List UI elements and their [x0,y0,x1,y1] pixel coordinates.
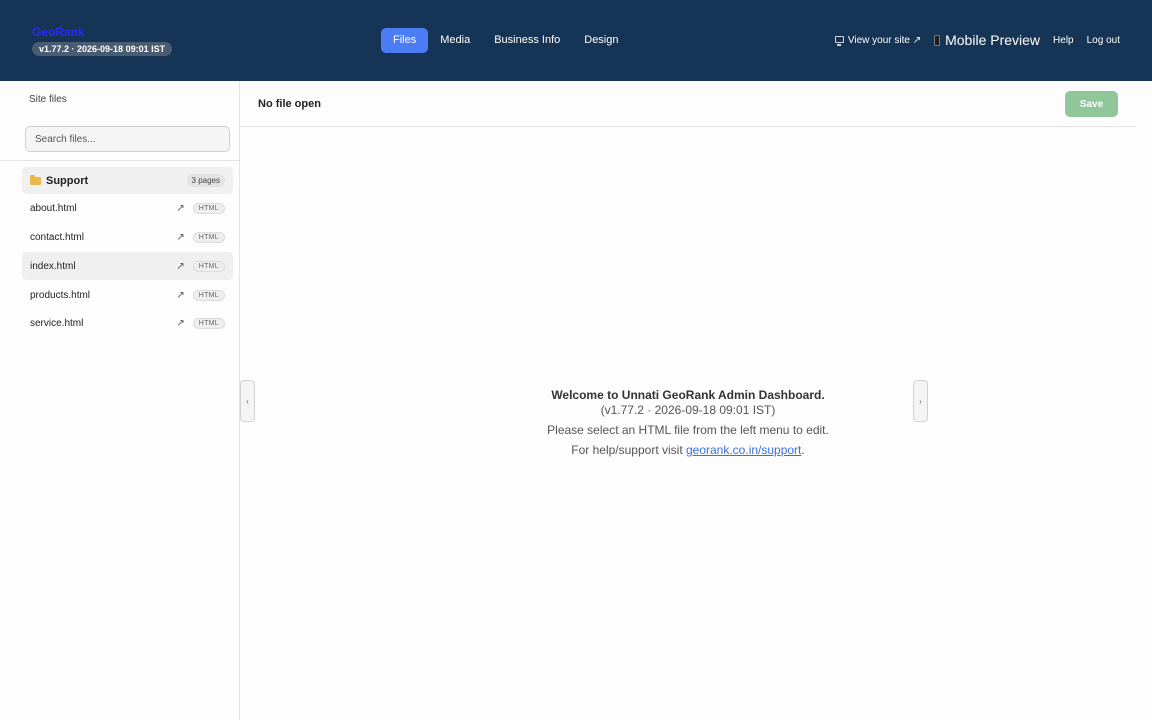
file-item-about[interactable]: about.html ↗ HTML [22,194,233,222]
version-badge: v1.77.2 · 2026-09-18 09:01 IST [32,42,173,56]
file-type-badge: HTML [192,289,225,301]
file-name: service.html [30,317,84,329]
brand-name[interactable]: GeoRank [32,26,172,39]
file-item-contact[interactable]: contact.html ↗ HTML [22,223,233,251]
welcome-version: (v1.77.2 · 2026-09-18 09:01 IST) [600,403,776,417]
file-sidebar: Site files Support 3 pages [0,81,240,720]
open-external-icon[interactable]: ↗ [176,203,184,214]
search-input[interactable] [25,126,230,152]
file-item-service[interactable]: service.html ↗ HTML [22,309,233,337]
top-bar: GeoRank v1.77.2 · 2026-09-18 09:01 IST F… [0,0,1152,81]
file-item-index[interactable]: index.html ↗ HTML [22,252,233,280]
collapse-sidebar-button[interactable]: ‹ [240,380,255,422]
file-item-products[interactable]: products.html ↗ HTML [22,281,233,309]
mobile-preview-label: Mobile Preview [945,32,1041,48]
file-type-badge: HTML [192,231,225,243]
header-actions: View your site ↗ Mobile Preview Help Log… [834,32,1120,48]
mobile-preview-button[interactable]: Mobile Preview [934,32,1040,48]
view-site-label: View your site ↗ [847,34,922,46]
phone-icon [934,34,941,46]
file-name: about.html [30,202,77,214]
welcome-support: For help/support visit georank.co.in/sup… [438,443,938,458]
monitor-icon [834,35,844,46]
open-external-icon[interactable]: ↗ [176,261,184,272]
tab-files[interactable]: Files [381,28,429,53]
divider [0,160,239,161]
page-count-badge: 3 pages [186,174,225,187]
current-file-title: No file open [258,98,321,110]
open-external-icon[interactable]: ↗ [176,318,184,329]
editor-header: No file open Save [240,81,1136,127]
view-site-link[interactable]: View your site ↗ [834,34,922,46]
open-external-icon[interactable]: ↗ [176,232,184,243]
file-type-badge: HTML [192,260,225,272]
welcome-message: Welcome to Unnati GeoRank Admin Dashboar… [438,388,938,458]
tab-media[interactable]: Media [428,28,482,53]
file-name: index.html [30,260,76,272]
tab-design[interactable]: Design [572,28,630,53]
folder-icon [30,174,41,185]
help-link[interactable]: Help [1053,35,1074,46]
file-type-badge: HTML [192,317,225,329]
save-button[interactable]: Save [1065,91,1118,117]
welcome-title: Welcome to Unnati GeoRank Admin Dashboar… [551,388,825,402]
file-name: products.html [30,289,91,301]
file-name: contact.html [30,231,84,243]
folder-support[interactable]: Support 3 pages [22,167,233,194]
brand: GeoRank v1.77.2 · 2026-09-18 09:01 IST [32,26,173,57]
logout-link[interactable]: Log out [1087,35,1120,46]
welcome-instruction: Please select an HTML file from the left… [547,423,829,437]
file-type-badge: HTML [192,202,225,214]
folder-name: Support [46,174,89,187]
support-suffix: . [801,443,805,457]
sidebar-heading: Site files [29,94,67,105]
main-nav: Files Media Business Info Design [381,28,631,53]
support-prefix: For help/support visit [571,443,686,457]
tab-business-info[interactable]: Business Info [482,28,572,53]
support-link[interactable]: georank.co.in/support [686,443,801,457]
open-external-icon[interactable]: ↗ [176,290,184,301]
